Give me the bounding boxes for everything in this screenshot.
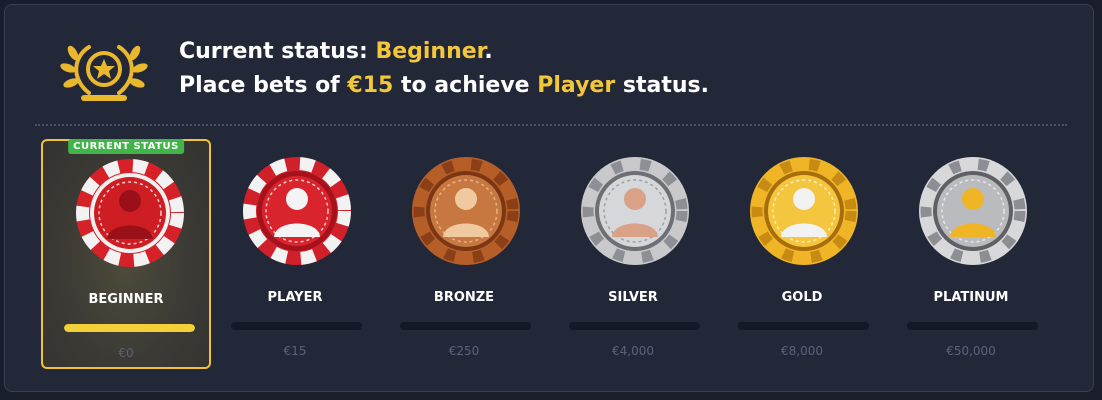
level-amount: €250: [448, 344, 480, 358]
level-name: GOLD: [781, 290, 823, 305]
next-status-prefix: Place bets of: [179, 73, 348, 98]
level-amount: €0: [118, 346, 134, 360]
level-card-platinum: PLATINUM €50,000: [886, 139, 1056, 369]
level-amount: €50,000: [946, 344, 996, 358]
current-status-line: Current status: Beginner.: [179, 35, 709, 69]
current-status-badge: CURRENT STATUS: [68, 139, 184, 154]
level-name: SILVER: [608, 290, 658, 305]
level-amount: €15: [283, 344, 307, 358]
gold-chip-icon: [750, 157, 858, 265]
status-levels: CURRENT STATUS BEGINNER €0 PLAYER €15 BR…: [41, 139, 1081, 375]
level-card-silver: SILVER €4,000: [548, 139, 718, 369]
next-status-value: Player: [537, 73, 616, 98]
current-status-prefix: Current status:: [179, 39, 376, 64]
level-name: PLAYER: [267, 290, 323, 305]
next-status-line: Place bets of €15 to achieve Player stat…: [179, 69, 709, 103]
bet-amount: €15: [347, 73, 394, 98]
level-progress-bar: [569, 322, 700, 330]
level-card-bronze: BRONZE €250: [379, 139, 549, 369]
next-status-suffix: status.: [615, 73, 709, 98]
dotted-divider: [35, 124, 1067, 126]
status-panel: Current status: Beginner. Place bets of …: [4, 4, 1094, 392]
silver-chip-icon: [581, 157, 689, 265]
player-chip-icon: [243, 157, 351, 265]
level-progress-bar: [64, 324, 195, 332]
level-progress-bar: [907, 322, 1038, 330]
level-card-player: PLAYER €15: [210, 139, 380, 369]
level-progress-bar: [738, 322, 869, 330]
current-status-suffix: .: [484, 39, 493, 64]
level-name: PLATINUM: [933, 290, 1009, 305]
level-name: BEGINNER: [88, 292, 164, 307]
bronze-chip-icon: [412, 157, 520, 265]
level-progress-fill: [64, 324, 195, 332]
next-status-middle: to achieve: [393, 73, 538, 98]
level-progress-bar: [231, 322, 362, 330]
current-status-value: Beginner: [375, 39, 485, 64]
level-amount: €8,000: [781, 344, 823, 358]
level-card-gold: GOLD €8,000: [717, 139, 887, 369]
level-amount: €4,000: [612, 344, 654, 358]
laurel-star-icon: [60, 45, 148, 101]
platinum-chip-icon: [919, 157, 1027, 265]
level-name: BRONZE: [433, 290, 495, 305]
level-progress-bar: [400, 322, 531, 330]
beginner-chip-icon: [76, 159, 184, 267]
status-headline: Current status: Beginner. Place bets of …: [179, 35, 709, 103]
level-card-beginner: CURRENT STATUS BEGINNER €0: [41, 139, 211, 369]
